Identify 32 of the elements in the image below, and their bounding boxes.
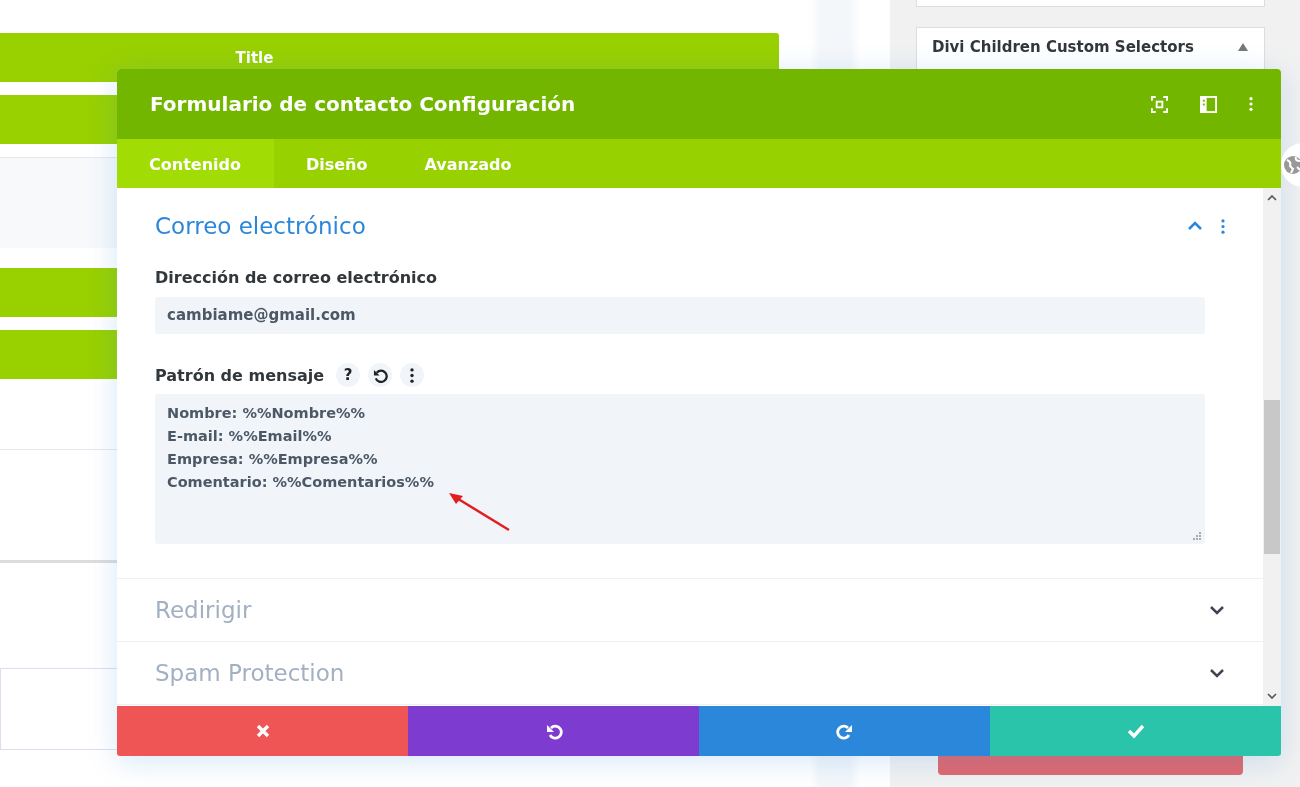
check-icon (1126, 722, 1145, 740)
chevron-up-icon (1267, 195, 1277, 201)
redo-icon (835, 722, 854, 740)
panel-title: Divi Children Custom Selectors (932, 38, 1194, 56)
options-button[interactable] (400, 363, 425, 387)
input-field[interactable]: cambiame@gmail.com (155, 297, 1205, 334)
section-title[interactable]: Correo electrónico (155, 213, 366, 239)
help-button[interactable]: ? (336, 363, 361, 387)
annotation-arrow (447, 492, 511, 532)
scroll-thumb[interactable] (1264, 400, 1280, 554)
panel-header[interactable]: Divi Children Custom Selectors (917, 28, 1264, 56)
section-title[interactable]: Spam Protection (155, 660, 345, 686)
more-icon[interactable] (1249, 96, 1253, 112)
chevron-down-icon[interactable] (1209, 668, 1225, 678)
modal-title: Formulario de contacto Configuración (150, 92, 576, 116)
sidebar-icon[interactable] (1200, 95, 1217, 113)
field-label: Dirección de correo electrónico (155, 267, 437, 287)
more-icon (410, 367, 415, 383)
chevron-down-icon[interactable] (1209, 605, 1225, 615)
section-title[interactable]: Redirigir (155, 597, 252, 623)
chevron-up-icon[interactable] (1187, 221, 1203, 231)
undo-icon (372, 367, 388, 383)
field-label: Patrón de mensaje (155, 365, 325, 385)
globe-icon (1283, 155, 1300, 175)
resize-handle-icon (1193, 532, 1201, 540)
chevron-down-icon (1267, 693, 1277, 699)
reset-button[interactable] (368, 363, 393, 387)
scrollbar[interactable] (1263, 188, 1281, 706)
text-area[interactable]: Nombre: %%Nombre%% E-mail: %%Email%% Empresa: %%Empresa%% Comentario: %%Comentarios%% (155, 394, 1205, 544)
undo-icon (544, 722, 563, 740)
more-icon[interactable] (1221, 218, 1225, 234)
expand-icon[interactable] (1151, 95, 1168, 113)
